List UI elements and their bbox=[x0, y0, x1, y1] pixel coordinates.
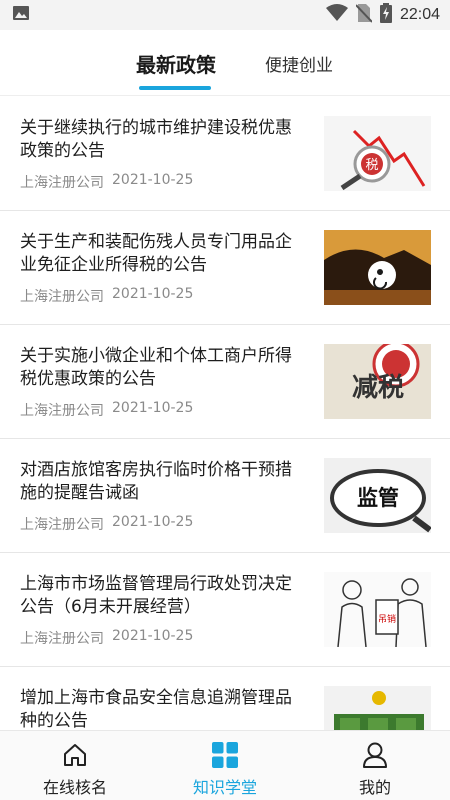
news-title: 关于生产和装配伤残人员专门用品企业免征企业所得税的公告 bbox=[20, 232, 292, 275]
tab-header: 最新政策 便捷创业 bbox=[0, 30, 450, 96]
news-title: 关于继续执行的城市维护建设税优惠政策的公告 bbox=[20, 118, 292, 161]
news-thumbnail: 税 bbox=[324, 116, 431, 191]
news-date: 2021-10-25 bbox=[112, 286, 194, 302]
news-date: 2021-10-25 bbox=[112, 628, 194, 644]
news-thumbnail: 吊销 bbox=[324, 572, 431, 647]
home-icon bbox=[60, 740, 90, 770]
user-icon bbox=[360, 740, 390, 770]
list-item[interactable]: 关于实施小微企业和个体工商户所得税优惠政策的公告 上海注册公司 2021-10-… bbox=[0, 325, 450, 439]
news-source: 上海注册公司 bbox=[20, 631, 104, 647]
tab-convenient-startup[interactable]: 便捷创业 bbox=[244, 30, 354, 96]
wifi-icon bbox=[325, 4, 348, 26]
no-sim-icon bbox=[355, 3, 373, 27]
nav-label: 在线核名 bbox=[42, 778, 107, 797]
battery-charging-icon bbox=[379, 3, 392, 27]
news-source: 上海注册公司 bbox=[20, 517, 104, 533]
thumb-label: 监管 bbox=[357, 486, 399, 510]
grid-icon bbox=[210, 740, 240, 770]
nav-mine[interactable]: 我的 bbox=[300, 731, 450, 800]
list-item[interactable]: 关于继续执行的城市维护建设税优惠政策的公告 上海注册公司 2021-10-25 … bbox=[0, 97, 450, 211]
list-item[interactable]: 对酒店旅馆客房执行临时价格干预措施的提醒告诫函 上海注册公司 2021-10-2… bbox=[0, 439, 450, 553]
news-thumbnail: 减税 bbox=[324, 344, 431, 419]
news-title: 对酒店旅馆客房执行临时价格干预措施的提醒告诫函 bbox=[20, 460, 292, 503]
news-source: 上海注册公司 bbox=[20, 175, 104, 191]
status-time: 22:04 bbox=[399, 6, 440, 23]
news-source: 上海注册公司 bbox=[20, 289, 104, 305]
list-item[interactable]: 关于生产和装配伤残人员专门用品企业免征企业所得税的公告 上海注册公司 2021-… bbox=[0, 211, 450, 325]
tab-latest-policy[interactable]: 最新政策 bbox=[126, 30, 226, 96]
news-thumbnail bbox=[324, 686, 431, 730]
thumb-label: 税 bbox=[365, 158, 378, 173]
news-thumbnail: 监管 bbox=[324, 458, 431, 533]
bottom-nav: 在线核名 知识学堂 我的 bbox=[0, 730, 450, 800]
list-item[interactable]: 上海市市场监督管理局行政处罚决定公告（6月未开展经营） 上海注册公司 2021-… bbox=[0, 553, 450, 667]
nav-knowledge-school[interactable]: 知识学堂 bbox=[150, 731, 300, 800]
news-date: 2021-10-25 bbox=[112, 172, 194, 188]
image-icon bbox=[12, 4, 30, 26]
news-date: 2021-10-25 bbox=[112, 400, 194, 416]
news-list[interactable]: 关于继续执行的城市维护建设税优惠政策的公告 上海注册公司 2021-10-25 … bbox=[0, 97, 450, 730]
nav-label: 我的 bbox=[358, 778, 391, 797]
nav-online-name-check[interactable]: 在线核名 bbox=[0, 731, 150, 800]
news-source: 上海注册公司 bbox=[20, 403, 104, 419]
thumb-label: 吊销 bbox=[378, 613, 396, 625]
nav-label: 知识学堂 bbox=[192, 778, 257, 797]
news-title: 关于实施小微企业和个体工商户所得税优惠政策的公告 bbox=[20, 346, 292, 389]
status-bar: 22:04 bbox=[0, 0, 450, 30]
news-title: 增加上海市食品安全信息追溯管理品种的公告 bbox=[20, 688, 292, 730]
news-thumbnail bbox=[324, 230, 431, 305]
thumb-label: 减税 bbox=[352, 373, 404, 403]
news-title: 上海市市场监督管理局行政处罚决定公告（6月未开展经营） bbox=[20, 574, 292, 617]
list-item[interactable]: 增加上海市食品安全信息追溯管理品种的公告 bbox=[0, 667, 450, 730]
news-date: 2021-10-25 bbox=[112, 514, 194, 530]
wheelchair-icon bbox=[377, 269, 383, 275]
